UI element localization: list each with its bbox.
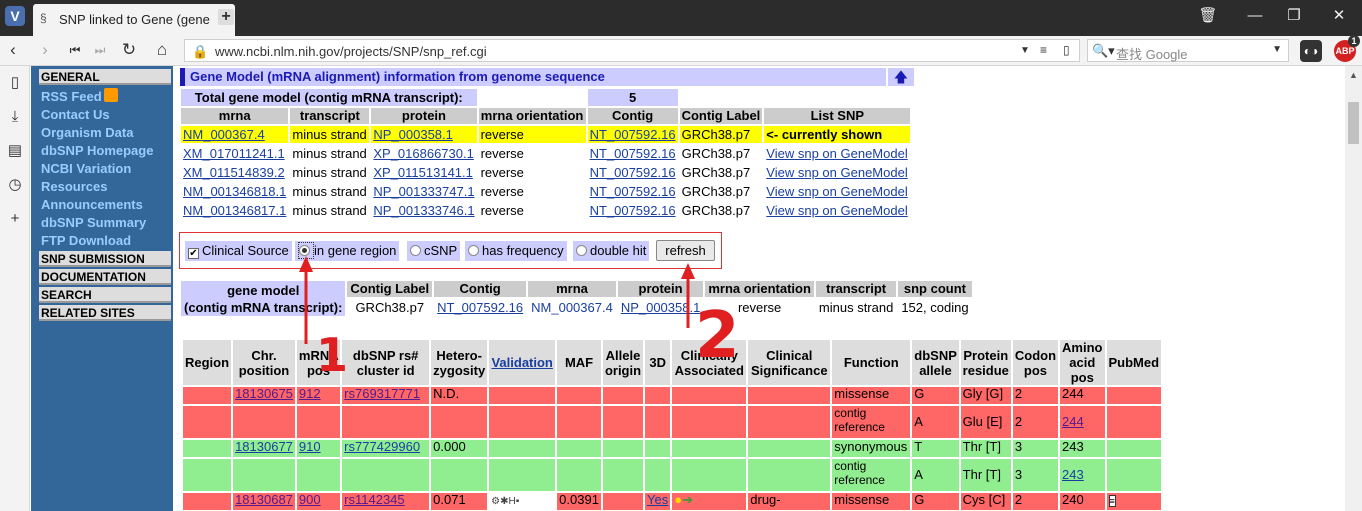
adblock-icon[interactable]: ABP 1	[1334, 35, 1360, 62]
browser-titlebar: V § SNP linked to Gene (gene + 🗑 — ❐ ✕	[0, 0, 1362, 36]
downloads-panel-icon[interactable]: ⤓	[4, 106, 26, 128]
annotation-label-1: 1	[316, 328, 349, 382]
reader-icon[interactable]: ≡	[1040, 43, 1047, 57]
annotation-overlay	[299, 256, 695, 344]
close-button[interactable]: ✕	[1326, 6, 1352, 26]
browser-side-panel: ▯ ⤓ ▤ ◷ +	[0, 66, 30, 511]
back-icon[interactable]: ‹	[2, 39, 24, 61]
trash-icon[interactable]: 🗑	[1195, 6, 1221, 26]
url-text: www.ncbi.nlm.nih.gov/projects/SNP/snp_re…	[215, 44, 487, 59]
search-placeholder: 查找 Google	[1116, 47, 1188, 62]
minimize-button[interactable]: —	[1242, 6, 1268, 26]
search-dropdown-icon[interactable]: ▼	[1272, 44, 1282, 55]
lock-icon: 🔒	[192, 44, 209, 59]
notes-panel-icon[interactable]: ▤	[4, 140, 26, 162]
dna-favicon-icon: §	[40, 11, 47, 25]
tab-title: SNP linked to Gene (gene	[59, 12, 210, 27]
add-panel-icon[interactable]: +	[4, 208, 26, 230]
history-panel-icon[interactable]: ◷	[4, 174, 26, 196]
page-content: GENERAL RSS Feed Contact Us Organism Dat…	[31, 66, 1345, 511]
page-scrollbar[interactable]: ▲	[1345, 66, 1362, 511]
browser-tab[interactable]: § SNP linked to Gene (gene	[33, 4, 235, 36]
annotation-label-2: 2	[695, 299, 740, 373]
restore-button[interactable]: ❐	[1281, 6, 1307, 26]
browser-logo-icon[interactable]: V	[5, 6, 25, 26]
browser-navbar: ‹ › ⏮ ⏭ ↻ ⌂ 🔒 www.ncbi.nlm.nih.gov/proje…	[0, 36, 1362, 66]
search-box[interactable]: 🔍▾ 查找 Google ▼	[1087, 39, 1289, 62]
scrollbar-thumb[interactable]	[1348, 102, 1359, 144]
new-tab-button[interactable]: +	[218, 9, 234, 25]
url-dropdown-icon[interactable]: ▼	[1020, 45, 1030, 56]
home-icon[interactable]: ⌂	[151, 39, 173, 61]
annotation-arrowhead-1	[299, 256, 313, 272]
search-icon: 🔍▾	[1092, 43, 1115, 58]
address-bar[interactable]: 🔒 www.ncbi.nlm.nih.gov/projects/SNP/snp_…	[184, 39, 1080, 62]
adblock-badge: 1	[1348, 35, 1360, 47]
bookmarks-panel-icon[interactable]: ▯	[4, 72, 26, 94]
reload-icon[interactable]: ↻	[118, 39, 140, 61]
annotation-arrowhead-2	[681, 263, 695, 279]
forward-icon[interactable]: ›	[34, 39, 56, 61]
extension-icon[interactable]: ◐◑	[1300, 40, 1322, 62]
scroll-up-icon[interactable]: ▲	[1349, 70, 1358, 80]
fast-forward-icon[interactable]: ⏭	[89, 39, 111, 61]
rewind-icon[interactable]: ⏮	[64, 39, 86, 61]
bookmark-icon[interactable]: ▯	[1063, 43, 1070, 57]
